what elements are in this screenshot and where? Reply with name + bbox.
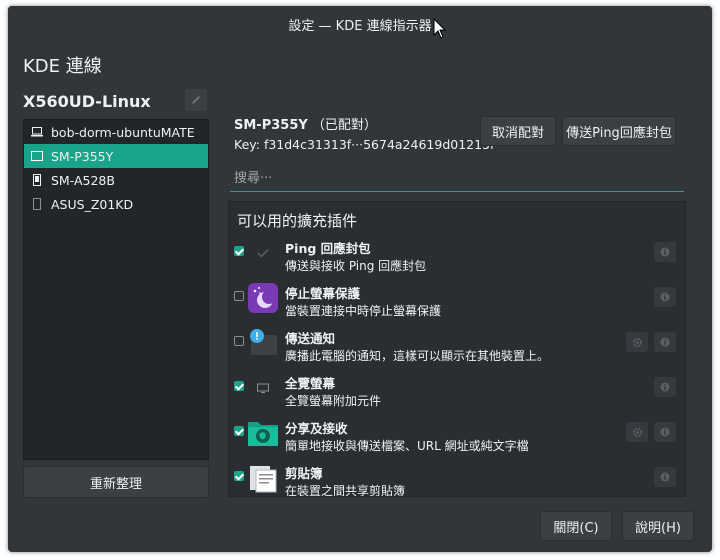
mouse-cursor-icon bbox=[433, 18, 447, 39]
info-icon bbox=[660, 247, 670, 257]
plugin-row-presenter: 全覽螢幕 全覽螢幕附加元件 bbox=[229, 367, 685, 411]
check-icon bbox=[247, 237, 279, 269]
phone-icon bbox=[30, 173, 44, 187]
plugin-description: 廣播此電腦的通知，這樣可以顯示在其他裝置上。 bbox=[285, 349, 550, 363]
title-bar[interactable]: 設定 — KDE 連線指示器 bbox=[8, 6, 712, 40]
tablet-icon bbox=[30, 149, 44, 163]
device-item-bob-dorm-ubuntumate[interactable]: bob-dorm-ubuntuMATE bbox=[24, 120, 208, 144]
device-item-asus-z01kd[interactable]: ASUS_Z01KD bbox=[24, 192, 208, 216]
device-label: bob-dorm-ubuntuMATE bbox=[51, 124, 195, 140]
plugin-checkbox[interactable] bbox=[234, 471, 244, 481]
plugin-name: Ping 回應封包 bbox=[285, 241, 371, 256]
plugin-row-ping: Ping 回應封包 傳送與接收 Ping 回應封包 bbox=[229, 232, 685, 276]
plugin-info-button[interactable] bbox=[654, 332, 676, 352]
plugin-info-button[interactable] bbox=[654, 377, 676, 397]
plugin-name: 剪貼簿 bbox=[285, 466, 323, 481]
plugin-name: 全覽螢幕 bbox=[285, 376, 336, 391]
device-label: ASUS_Z01KD bbox=[51, 196, 134, 212]
selected-device-name: SM-P355Y bbox=[234, 118, 308, 133]
pencil-icon bbox=[192, 96, 200, 104]
plugin-configure-button[interactable] bbox=[626, 332, 648, 352]
plugin-row-notifications: 傳送通知 廣播此電腦的通知，這樣可以顯示在其他裝置上。 bbox=[229, 322, 685, 366]
plugin-description: 當裝置連接中時停止螢幕保護 bbox=[285, 304, 442, 318]
plugin-checkbox[interactable] bbox=[234, 336, 244, 346]
device-item-sm-p355y[interactable]: SM-P355Y bbox=[24, 144, 208, 168]
clipboard-icon bbox=[247, 462, 279, 494]
gear-icon bbox=[632, 427, 642, 437]
unpair-button[interactable]: 取消配對 bbox=[480, 116, 556, 146]
app-heading: KDE 連線 bbox=[23, 56, 102, 77]
window-title: 設定 — KDE 連線指示器 bbox=[288, 19, 432, 34]
plugin-info-button[interactable] bbox=[654, 287, 676, 307]
info-icon bbox=[660, 382, 670, 392]
plugin-checkbox[interactable] bbox=[234, 246, 244, 256]
close-button[interactable]: 關閉(C) bbox=[540, 511, 612, 541]
folder-share-icon bbox=[247, 417, 279, 449]
device-key: Key: f31d4c31313f···5674a24619d01215f bbox=[234, 137, 495, 152]
plugin-description: 全覽螢幕附加元件 bbox=[285, 394, 382, 408]
screensaver-icon bbox=[247, 282, 279, 314]
plugin-row-clipboard: 剪貼簿 在裝置之間共享剪貼簿 bbox=[229, 457, 685, 497]
info-icon bbox=[660, 337, 670, 347]
plugin-list: 可以用的擴充插件 Ping 回應封包 傳送與接收 Ping 回應封包 停止螢幕保… bbox=[228, 201, 686, 497]
notification-icon bbox=[247, 327, 279, 359]
plugin-info-button[interactable] bbox=[654, 467, 676, 487]
rename-button[interactable] bbox=[185, 89, 207, 111]
plugin-checkbox[interactable] bbox=[234, 426, 244, 436]
search-input[interactable] bbox=[230, 166, 684, 192]
plugin-list-heading: 可以用的擴充插件 bbox=[237, 212, 358, 230]
plugin-configure-button[interactable] bbox=[626, 422, 648, 442]
refresh-button[interactable]: 重新整理 bbox=[23, 466, 209, 498]
send-ping-button[interactable]: 傳送Ping回應封包 bbox=[562, 116, 676, 146]
plugin-row-screensaver: 停止螢幕保護 當裝置連接中時停止螢幕保護 bbox=[229, 277, 685, 321]
selected-device-header: SM-P355Y （已配對） bbox=[234, 114, 377, 133]
plugin-checkbox[interactable] bbox=[234, 381, 244, 391]
settings-window: 設定 — KDE 連線指示器 KDE 連線 X560UD-Linux bob-d… bbox=[8, 6, 712, 552]
plugin-info-button[interactable] bbox=[654, 422, 676, 442]
presenter-icon bbox=[247, 372, 279, 404]
info-icon bbox=[660, 427, 670, 437]
pair-status: （已配對） bbox=[311, 118, 377, 133]
device-item-sm-a528b[interactable]: SM-A528B bbox=[24, 168, 208, 192]
gear-icon bbox=[632, 337, 642, 347]
help-button[interactable]: 說明(H) bbox=[622, 511, 694, 541]
device-label: SM-P355Y bbox=[51, 148, 114, 164]
laptop-icon bbox=[30, 125, 44, 139]
device-label: SM-A528B bbox=[51, 172, 115, 188]
plugin-description: 在裝置之間共享剪貼簿 bbox=[285, 484, 406, 497]
plugin-description: 傳送與接收 Ping 回應封包 bbox=[285, 259, 427, 273]
plugin-info-button[interactable] bbox=[654, 242, 676, 262]
plugin-name: 分享及接收 bbox=[285, 421, 348, 436]
plugin-description: 簡單地接收與傳送檔案、URL 網址或純文字檔 bbox=[285, 439, 529, 453]
plugin-checkbox[interactable] bbox=[234, 291, 244, 301]
info-icon bbox=[660, 292, 670, 302]
info-icon bbox=[660, 472, 670, 482]
plugin-name: 傳送通知 bbox=[285, 331, 336, 346]
plugin-name: 停止螢幕保護 bbox=[285, 286, 361, 301]
local-device-name: X560UD-Linux bbox=[23, 92, 151, 111]
device-list: bob-dorm-ubuntuMATE SM-P355Y SM-A528B AS… bbox=[23, 119, 209, 460]
phone-icon bbox=[30, 197, 44, 211]
plugin-row-share: 分享及接收 簡單地接收與傳送檔案、URL 網址或純文字檔 bbox=[229, 412, 685, 456]
